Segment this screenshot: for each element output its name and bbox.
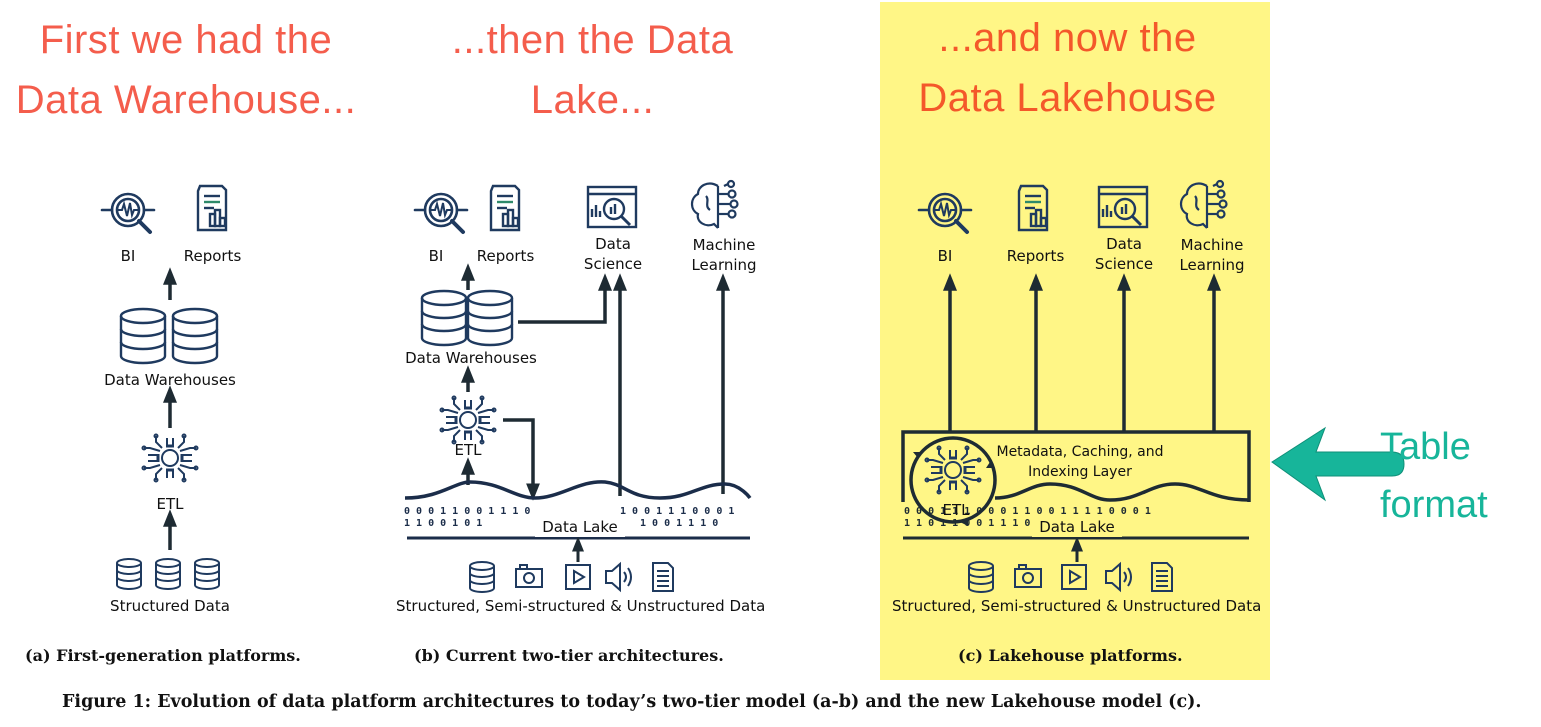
- annotation-line: Table: [1380, 426, 1471, 468]
- label-data-lake: Data Lake: [535, 517, 625, 537]
- subcaption-b: (b) Current two-tier architectures.: [414, 646, 724, 665]
- reports-icon: [489, 184, 521, 232]
- video-icon: [565, 564, 591, 590]
- label-reports: Reports: [1006, 247, 1065, 265]
- svg-text:1 0 0 1 1 1 0: 1 0 0 1 1 1 0: [640, 518, 718, 529]
- database-icon: [119, 307, 167, 365]
- label-reports: Reports: [183, 247, 242, 265]
- label-sources: Structured, Semi-structured & Unstructur…: [396, 597, 766, 615]
- subcaption-c: (c) Lakehouse platforms.: [958, 646, 1183, 665]
- document-icon: [652, 562, 674, 592]
- label-data-warehouses: Data Warehouses: [405, 349, 537, 367]
- label-etl: ETL: [454, 441, 482, 459]
- label-line: Learning: [691, 256, 757, 274]
- audio-icon: [1105, 563, 1132, 591]
- database-icon: [155, 558, 181, 590]
- database-icon: [420, 289, 468, 347]
- label-metadata-layer: Metadata, Caching, and Indexing Layer: [985, 442, 1175, 482]
- audio-icon: [605, 563, 632, 591]
- label-bi: BI: [120, 247, 136, 265]
- label-line: Machine: [1180, 236, 1244, 254]
- data-science-icon: [586, 185, 638, 229]
- label-line: Machine: [692, 236, 756, 254]
- video-icon: [1061, 564, 1087, 590]
- label-line: Data: [1106, 235, 1142, 253]
- document-icon: [1151, 562, 1173, 592]
- label-data-science: Data Science: [580, 234, 646, 274]
- label-line: Learning: [1179, 256, 1245, 274]
- label-machine-learning: Machine Learning: [1172, 235, 1252, 275]
- database-icon: [171, 307, 219, 365]
- bi-icon: [413, 192, 469, 234]
- svg-text:1 0 0 1 1 1 0 0 0 1: 1 0 0 1 1 1 0 0 0 1: [620, 506, 734, 517]
- reports-icon: [1017, 184, 1049, 232]
- diagram-canvas: 0 0 0 1 1 0 0 1 1 1 0 1 1 0 0 1 0 1 1 0 …: [100, 179, 1405, 593]
- svg-text:1 1 0 0 1 0 1: 1 1 0 0 1 0 1: [404, 518, 482, 529]
- label-sources: Structured, Semi-structured & Unstructur…: [892, 597, 1262, 615]
- label-machine-learning: Machine Learning: [684, 235, 764, 275]
- arrow: [503, 418, 540, 501]
- svg-text:0 0 0 1 1 0 0 1 1 1 0: 0 0 0 1 1 0 0 1 1 1 0: [404, 506, 530, 517]
- subcaption-a: (a) First-generation platforms.: [25, 646, 301, 665]
- bi-icon: [100, 192, 156, 234]
- label-line: Metadata, Caching, and: [996, 444, 1164, 460]
- reports-icon: [196, 184, 228, 232]
- annotation-line: format: [1380, 484, 1488, 526]
- database-icon: [968, 561, 994, 593]
- label-structured-data: Structured Data: [110, 597, 230, 615]
- camera-icon: [1014, 564, 1042, 588]
- label-etl: ETL: [156, 495, 184, 513]
- label-line: Science: [583, 255, 643, 273]
- arrow: [518, 273, 612, 324]
- machine-learning-icon: [690, 179, 739, 230]
- database-icon: [194, 558, 220, 590]
- label-data-science: Data Science: [1091, 234, 1157, 274]
- label-data-warehouses: Data Warehouses: [104, 371, 236, 389]
- etl-chip-icon: [924, 445, 982, 495]
- label-line: Science: [1094, 255, 1154, 273]
- label-bi: BI: [428, 247, 444, 265]
- bi-icon: [917, 192, 973, 234]
- table-format-annotation: Table format: [1380, 418, 1488, 534]
- database-icon: [469, 561, 495, 593]
- label-etl: ETL: [942, 501, 970, 519]
- database-icon: [466, 289, 514, 347]
- label-bi: BI: [937, 247, 953, 265]
- database-icon: [116, 558, 142, 590]
- label-reports: Reports: [476, 247, 535, 265]
- figure-caption: Figure 1: Evolution of data platform arc…: [62, 692, 1202, 712]
- label-line: Data: [595, 235, 631, 253]
- label-data-lake: Data Lake: [1032, 517, 1122, 537]
- data-lake-wave: [994, 482, 1250, 502]
- etl-chip-icon: [141, 433, 199, 483]
- machine-learning-icon: [1179, 179, 1228, 230]
- etl-chip-icon: [439, 395, 497, 445]
- data-science-icon: [1097, 185, 1149, 229]
- label-line: Indexing Layer: [1028, 464, 1132, 480]
- camera-icon: [515, 564, 543, 588]
- data-lake-wave: [404, 480, 752, 500]
